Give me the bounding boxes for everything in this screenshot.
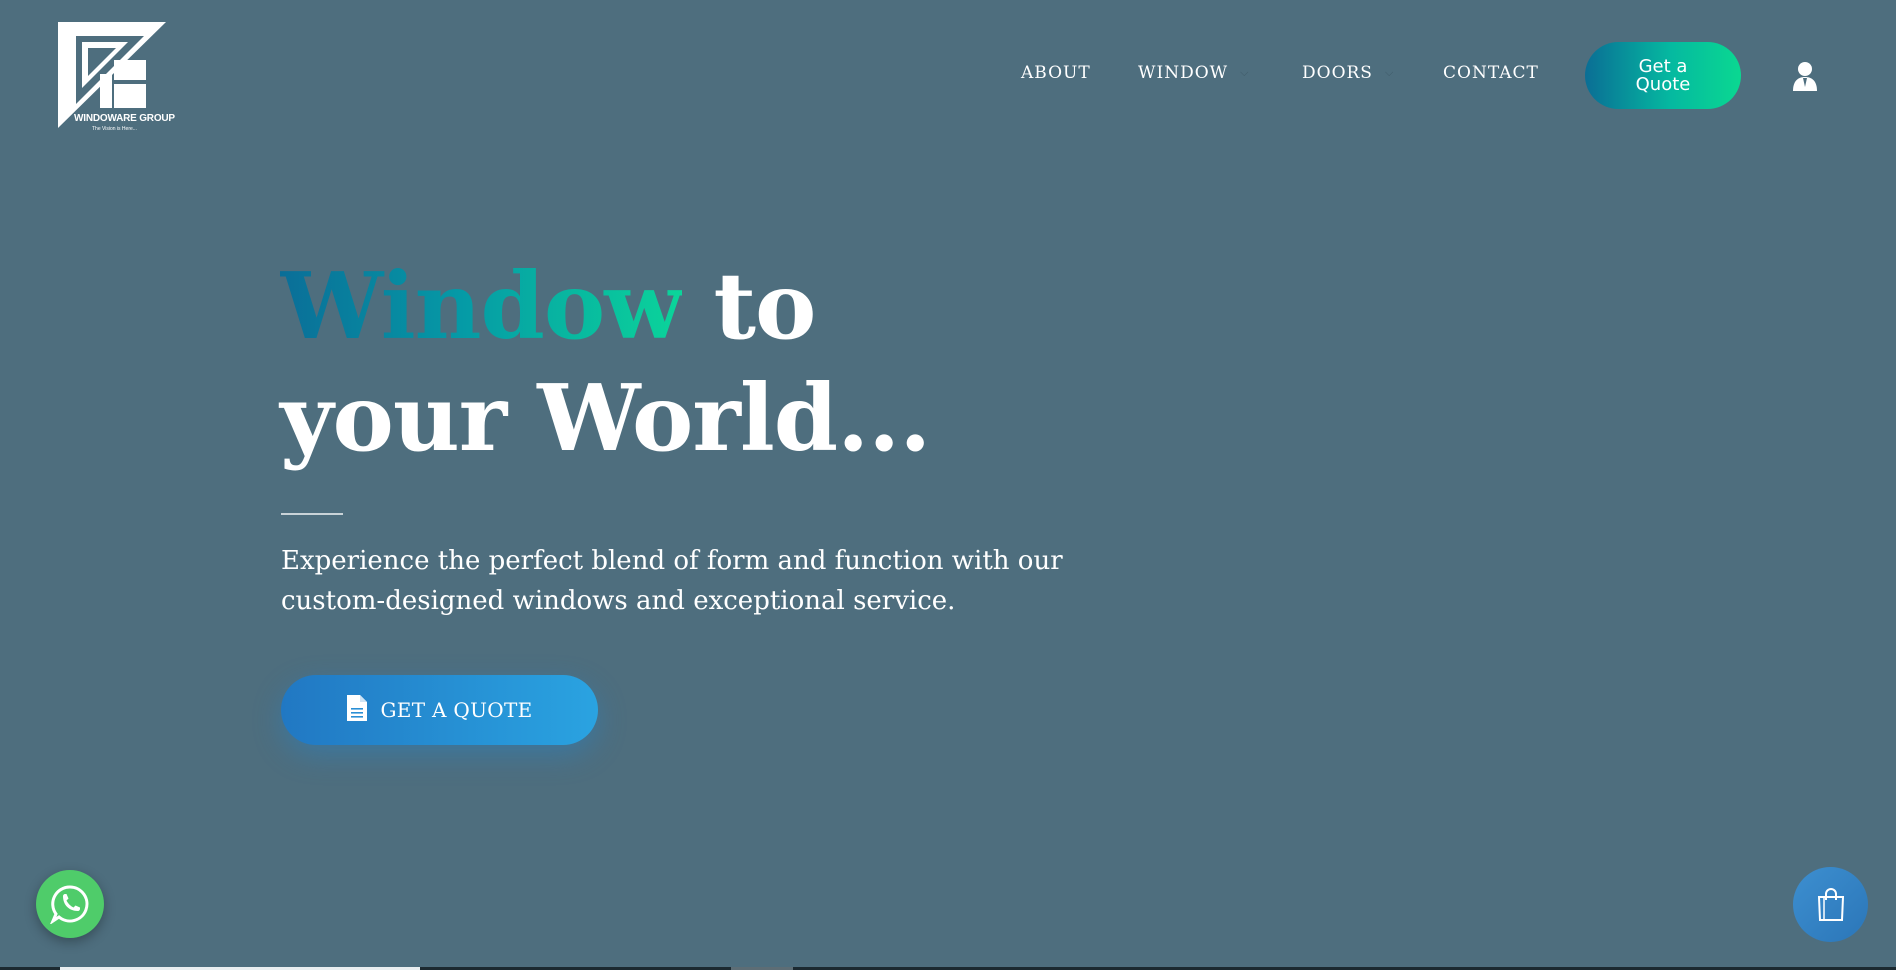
hero-title-line2: your World...: [280, 364, 931, 472]
hero-title: Window to your World...: [280, 250, 931, 474]
nav-item-doors[interactable]: DOORS ⌵: [1302, 63, 1394, 83]
hero-title-line1-rest: to: [682, 252, 816, 360]
whatsapp-icon: [50, 885, 89, 924]
chevron-down-icon: ⌵: [1384, 66, 1395, 79]
document-icon: [346, 695, 367, 725]
main-nav: ABOUT WINDOW ⌵ DOORS ⌵ CONTACT Get a Quote: [0, 0, 1896, 150]
hero-title-highlight: Window: [280, 252, 683, 360]
quote-button-line1: Get a: [1638, 55, 1688, 77]
hero-get-a-quote-button[interactable]: GET A QUOTE: [281, 675, 598, 745]
shopping-bag-icon: [1817, 887, 1844, 921]
nav-item-about[interactable]: ABOUT: [1021, 63, 1091, 83]
user-icon[interactable]: [1792, 61, 1818, 91]
hero-cta-label: GET A QUOTE: [380, 698, 533, 722]
nav-item-label: WINDOW: [1138, 63, 1229, 83]
nav-item-label: ABOUT: [1021, 63, 1091, 83]
nav-item-contact[interactable]: CONTACT: [1443, 63, 1539, 83]
nav-item-window[interactable]: WINDOW ⌵: [1138, 63, 1249, 83]
hero-subtitle: Experience the perfect blend of form and…: [281, 546, 1063, 616]
get-a-quote-button[interactable]: Get a Quote: [1585, 42, 1741, 109]
chevron-down-icon: ⌵: [1240, 66, 1250, 79]
whatsapp-button[interactable]: [36, 870, 104, 938]
nav-item-label: DOORS: [1302, 63, 1373, 83]
nav-item-label: CONTACT: [1443, 63, 1539, 83]
hero-divider: [281, 513, 343, 515]
quote-button-line2: Quote: [1635, 73, 1691, 95]
cart-button[interactable]: [1793, 867, 1868, 942]
